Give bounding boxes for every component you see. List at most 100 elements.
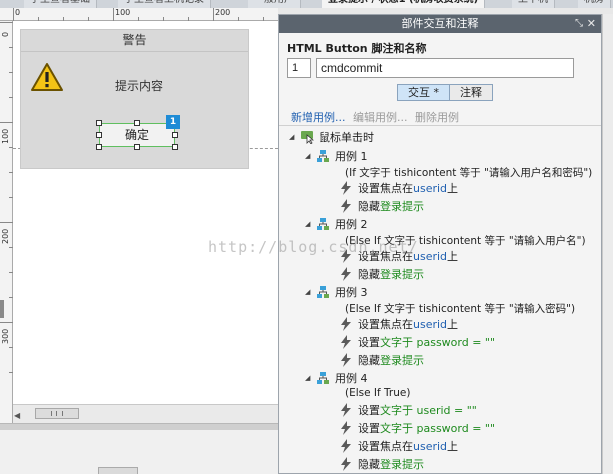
ruler-h-label: 100: [115, 8, 131, 17]
lightning-icon: [341, 457, 351, 471]
action-node[interactable]: 设置焦点在 userid 上: [339, 316, 458, 332]
warning-icon: [31, 63, 63, 91]
case-condition: (Else If 文字于 tishicontent 等于 "请输入用户名"): [345, 235, 586, 247]
action-verb: 设置焦点在: [358, 318, 413, 331]
selection-handle[interactable]: [96, 132, 102, 138]
action-node[interactable]: 设置 文字于 password = "": [339, 420, 495, 436]
action-node[interactable]: 设置 文字于 password = "": [339, 334, 495, 350]
action-verb: 隐藏: [358, 458, 380, 471]
action-verb: 设置: [358, 336, 380, 349]
pin-icon[interactable]: ⤡: [575, 15, 583, 33]
action-node[interactable]: 隐藏 登录提示: [339, 352, 424, 368]
scroll-left-icon[interactable]: ◀: [14, 411, 20, 420]
case-node[interactable]: ◢ 用例 3: [305, 284, 368, 300]
selection-handle[interactable]: [134, 144, 140, 150]
design-canvas[interactable]: 0 100 200 0 100 200 300 警告 提示内容 确定 1 ◀: [0, 8, 278, 423]
bottom-pane: [0, 423, 278, 474]
event-label: 鼠标单击时: [319, 131, 374, 144]
case-node[interactable]: ◢ 用例 2: [305, 216, 368, 232]
action-verb: 设置焦点在: [358, 182, 413, 195]
case-label: 用例 3: [335, 286, 368, 299]
selection-handle[interactable]: [134, 120, 140, 126]
selection-handle[interactable]: [96, 120, 102, 126]
tab-onoff-machine[interactable]: 上下机: [512, 0, 555, 8]
action-target: 文字于 password = "": [380, 336, 496, 349]
lightning-icon: [341, 181, 351, 195]
action-node[interactable]: 设置焦点在 userid 上: [339, 438, 458, 454]
collapse-icon[interactable]: ◢: [305, 220, 313, 228]
horizontal-ruler: 0 100 200: [0, 8, 278, 21]
action-target: 登录提示: [380, 200, 424, 213]
tab-login-tip[interactable]: 登录提示 / 状态1 (机房收费系统): [322, 0, 486, 8]
tab-notes[interactable]: 注释: [450, 85, 492, 100]
case-icon: [317, 150, 329, 162]
selection-handle[interactable]: [172, 132, 178, 138]
action-node[interactable]: 设置焦点在 userid 上: [339, 248, 458, 264]
ruler-h-label: 0: [15, 8, 21, 17]
action-tail: 上: [447, 318, 459, 331]
tab-interactions[interactable]: 交互 *: [398, 85, 450, 100]
add-case-link[interactable]: 新增用例...: [291, 111, 346, 124]
action-target: 登录提示: [380, 458, 424, 471]
action-node[interactable]: 设置 文字于 userid = "": [339, 402, 477, 418]
tab-machine-room[interactable]: 机房: [578, 0, 611, 8]
widget-name-field[interactable]: cmdcommit: [316, 58, 574, 78]
case-label: 用例 1: [335, 150, 368, 163]
tab-student-records[interactable]: 学生查看上机记录: [118, 0, 211, 8]
lightning-icon: [341, 335, 351, 349]
delete-case-link[interactable]: 删除用例: [415, 111, 459, 124]
selection-handle[interactable]: [172, 144, 178, 150]
panel-header: 部件交互和注释 ⤡ ✕: [279, 15, 601, 33]
collapse-icon[interactable]: ◢: [305, 288, 313, 296]
case-node[interactable]: ◢ 用例 4: [305, 370, 368, 386]
case-actions: 新增用例... 编辑用例... 删除用例: [291, 109, 463, 125]
vertical-scrollbar[interactable]: [602, 14, 613, 474]
lightning-icon: [341, 317, 351, 331]
footnote-number-field[interactable]: 1: [287, 58, 311, 78]
case-condition: (If 文字于 tishicontent 等于 "请输入用户名和密码"): [345, 167, 593, 179]
close-icon[interactable]: ✕: [587, 15, 596, 33]
action-target: userid: [413, 181, 448, 195]
lightning-icon: [341, 421, 351, 435]
bottom-pane-header: [0, 424, 278, 430]
action-target: 文字于 userid = "": [380, 404, 477, 417]
action-node[interactable]: 隐藏 登录提示: [339, 266, 424, 282]
panel-title: 部件交互和注释: [401, 17, 479, 30]
warning-dialog-widget[interactable]: 警告 提示内容 确定 1: [20, 29, 249, 169]
case-label: 用例 4: [335, 372, 368, 385]
scroll-thumb[interactable]: [35, 408, 79, 419]
lightning-icon: [341, 249, 351, 263]
case-icon: [317, 286, 329, 298]
tab-general-user[interactable]: 一般用户: [248, 0, 301, 8]
action-tail: 上: [447, 440, 459, 453]
action-verb: 隐藏: [358, 200, 380, 213]
action-node[interactable]: 隐藏 登录提示: [339, 198, 424, 214]
case-node[interactable]: ◢ 用例 1: [305, 148, 368, 164]
bottom-pane-control[interactable]: [98, 467, 138, 474]
action-node[interactable]: 设置焦点在 userid 上: [339, 180, 458, 196]
action-target: 登录提示: [380, 354, 424, 367]
tab-student-basic[interactable]: 学生查看基础: [24, 0, 97, 8]
collapse-icon[interactable]: ◢: [305, 152, 313, 160]
horizontal-scrollbar[interactable]: ◀: [13, 404, 278, 423]
edit-case-link[interactable]: 编辑用例...: [353, 111, 408, 124]
action-verb: 设置焦点在: [358, 440, 413, 453]
case-icon: [317, 372, 329, 384]
ruler-v-label: 0: [1, 31, 10, 37]
action-verb: 隐藏: [358, 268, 380, 281]
selection-handle[interactable]: [96, 144, 102, 150]
action-node[interactable]: 隐藏 登录提示: [339, 456, 424, 472]
lightning-icon: [341, 439, 351, 453]
widget-interactions-panel: 部件交互和注释 ⤡ ✕ HTML Button 脚注和名称 1 cmdcommi…: [278, 14, 602, 474]
event-node[interactable]: ◢ 鼠标单击时: [289, 129, 374, 145]
collapse-icon[interactable]: ◢: [305, 374, 313, 382]
dialog-message: 提示内容: [115, 79, 164, 93]
action-target: 登录提示: [380, 268, 424, 281]
ruler-v-label: 200: [1, 228, 10, 244]
dialog-title: 警告: [21, 30, 248, 52]
collapse-icon[interactable]: ◢: [289, 133, 297, 141]
splitter-grip[interactable]: [0, 300, 4, 318]
ruler-v-label: 300: [1, 328, 10, 344]
document-tab-strip: 学生查看基础 学生查看上机记录 一般用户 登录提示 / 状态1 (机房收费系统)…: [0, 0, 613, 8]
vertical-ruler: 0 100 200 300: [0, 21, 13, 423]
